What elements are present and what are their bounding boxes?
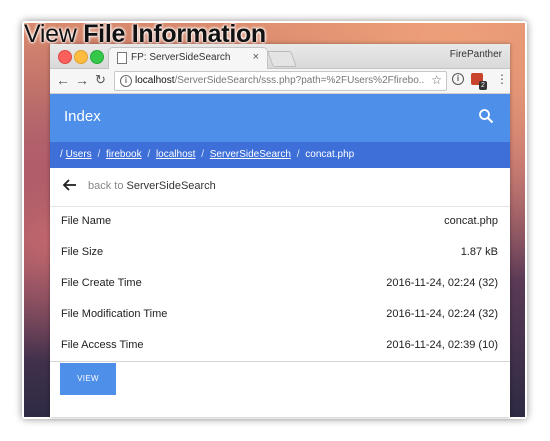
url-text[interactable]: localhost/ServerSideSearch/sss.php?path=… xyxy=(135,75,425,86)
maximize-window-button[interactable] xyxy=(90,50,104,64)
forward-arrow-icon[interactable]: → xyxy=(75,72,89,88)
breadcrumb-separator: / xyxy=(201,149,204,160)
breadcrumb-item[interactable]: ServerSideSearch xyxy=(210,149,291,160)
caption-light: View xyxy=(24,20,77,48)
back-arrow-icon[interactable]: ← xyxy=(56,72,70,88)
url-path: /ServerSideSearch/sss.php?path=%2FUsers%… xyxy=(174,75,425,86)
back-link-text[interactable]: back to ServerSideSearch xyxy=(88,180,216,192)
info-value: concat.php xyxy=(444,215,498,227)
bookmark-star-icon[interactable]: ☆ xyxy=(431,73,442,87)
address-bar[interactable]: i localhost/ServerSideSearch/sss.php?pat… xyxy=(114,71,447,91)
file-name-row: File Name concat.php xyxy=(50,206,510,237)
breadcrumb-separator: / xyxy=(296,149,300,160)
breadcrumb-root: / xyxy=(60,149,63,160)
info-icon[interactable]: i xyxy=(120,75,132,87)
new-tab-button[interactable] xyxy=(267,51,297,67)
url-host: localhost xyxy=(135,75,175,86)
breadcrumb-item[interactable]: firebook xyxy=(106,149,142,160)
extension-info-icon[interactable]: i xyxy=(452,73,464,85)
view-button[interactable]: VIEW xyxy=(60,363,116,395)
search-icon[interactable] xyxy=(478,108,494,124)
info-value: 2016-11-24, 02:24 (32) xyxy=(386,277,498,289)
info-value: 2016-11-24, 02:39 (10) xyxy=(386,339,498,351)
breadcrumb-current: concat.php xyxy=(305,149,355,160)
info-label: File Create Time xyxy=(61,277,142,289)
app-bar: Index xyxy=(50,94,510,142)
profile-name[interactable]: FirePanther xyxy=(450,49,502,60)
back-target: ServerSideSearch xyxy=(126,180,216,192)
page-icon xyxy=(117,52,127,64)
close-window-button[interactable] xyxy=(58,50,72,64)
page-title[interactable]: Index xyxy=(64,108,101,125)
caption-bold: File Information xyxy=(83,20,266,48)
breadcrumb-separator: / xyxy=(147,149,151,160)
breadcrumb-item[interactable]: Users xyxy=(66,149,92,160)
file-access-time-row: File Access Time 2016-11-24, 02:39 (10) xyxy=(50,330,510,361)
extension-badge: 2 xyxy=(479,81,487,90)
arrow-left-icon[interactable] xyxy=(62,177,78,193)
file-create-time-row: File Create Time 2016-11-24, 02:24 (32) xyxy=(50,268,510,299)
info-value: 1.87 kB xyxy=(460,246,498,258)
info-label: File Name xyxy=(61,215,112,227)
breadcrumb-separator: / xyxy=(97,149,101,160)
minimize-window-button[interactable] xyxy=(74,50,88,64)
breadcrumb-item[interactable]: localhost xyxy=(156,149,195,160)
close-tab-icon[interactable]: × xyxy=(253,51,259,63)
back-prefix: back to xyxy=(88,180,124,192)
breadcrumb: / Users / firebook / localhost / ServerS… xyxy=(50,142,510,168)
menu-dots-icon[interactable]: ⋮ xyxy=(496,72,508,86)
file-size-row: File Size 1.87 kB xyxy=(50,237,510,268)
page-content: Index / Users / firebook / localhost / S… xyxy=(50,94,510,417)
caption-title: View File Information xyxy=(24,20,266,49)
tab-title: FP: ServerSideSearch xyxy=(131,52,231,63)
file-modification-time-row: File Modification Time 2016-11-24, 02:24… xyxy=(50,299,510,330)
browser-toolbar: ← → ↻ i localhost/ServerSideSearch/sss.p… xyxy=(50,69,510,94)
info-value: 2016-11-24, 02:24 (32) xyxy=(386,308,498,320)
browser-window: FP: ServerSideSearch × FirePanther ← → ↻… xyxy=(50,44,510,417)
reload-icon[interactable]: ↻ xyxy=(95,72,106,88)
info-label: File Size xyxy=(61,246,104,258)
divider xyxy=(50,361,510,362)
back-link[interactable]: back to ServerSideSearch xyxy=(50,168,510,207)
browser-tab[interactable]: FP: ServerSideSearch × xyxy=(108,47,268,69)
info-label: File Modification Time xyxy=(61,308,168,320)
info-label: File Access Time xyxy=(61,339,144,351)
